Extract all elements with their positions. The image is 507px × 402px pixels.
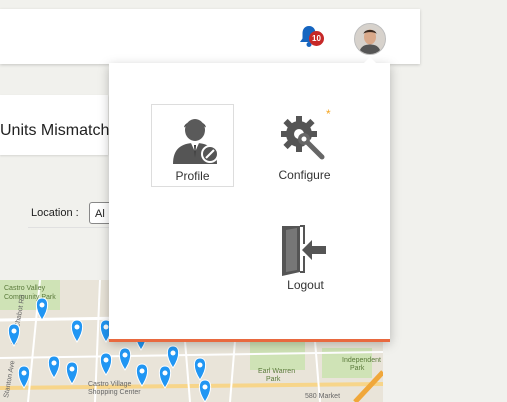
map-pin-dot (122, 352, 128, 358)
user-avatar-button[interactable] (354, 23, 386, 55)
map-pin-dot (103, 357, 109, 363)
map-pin-dot (69, 366, 75, 372)
map-label: Community Park (4, 294, 56, 301)
map-pin-dot (202, 384, 208, 390)
map-label: Shopping Center (88, 389, 141, 396)
gear-wrench-icon: * (281, 108, 331, 161)
menu-item-logout[interactable]: Logout (264, 222, 347, 295)
map-label: Park (266, 376, 281, 383)
map-label: Independent (342, 357, 381, 364)
map-pin-dot (11, 328, 17, 334)
map-pin-dot (197, 362, 203, 368)
map-pin-dot (162, 370, 168, 376)
map-pin-dot (21, 370, 27, 376)
notification-count-badge: 10 (309, 31, 324, 46)
menu-item-profile[interactable]: Profile (151, 104, 234, 187)
menu-item-configure[interactable]: * Configure (262, 104, 347, 187)
map-label: 580 Market (305, 393, 340, 400)
map-label: Castro Valley (4, 285, 46, 292)
panel-title: Units Mismatch (0, 122, 110, 139)
map-pin-dot (139, 368, 145, 374)
map-label: Castro Village (88, 381, 132, 388)
logout-label: Logout (287, 278, 324, 292)
location-divider (28, 227, 110, 228)
configure-label: Configure (278, 168, 331, 182)
map-pin-dot (103, 324, 109, 330)
map-pin-dot (51, 360, 57, 366)
map-pin-dot (170, 350, 176, 356)
profile-label: Profile (175, 169, 210, 183)
map-pin-dot (39, 302, 45, 308)
logout-door-icon (282, 225, 326, 276)
location-label: Location : (31, 207, 79, 219)
dropdown-accent-bar (109, 339, 390, 342)
new-indicator-icon: * (326, 108, 331, 121)
map-label: Park (350, 365, 365, 372)
user-edit-icon (173, 119, 219, 164)
dropdown-caret (363, 57, 377, 64)
map-label: Earl Warren (258, 368, 295, 375)
avatar (355, 24, 385, 54)
map-pin-dot (74, 324, 80, 330)
